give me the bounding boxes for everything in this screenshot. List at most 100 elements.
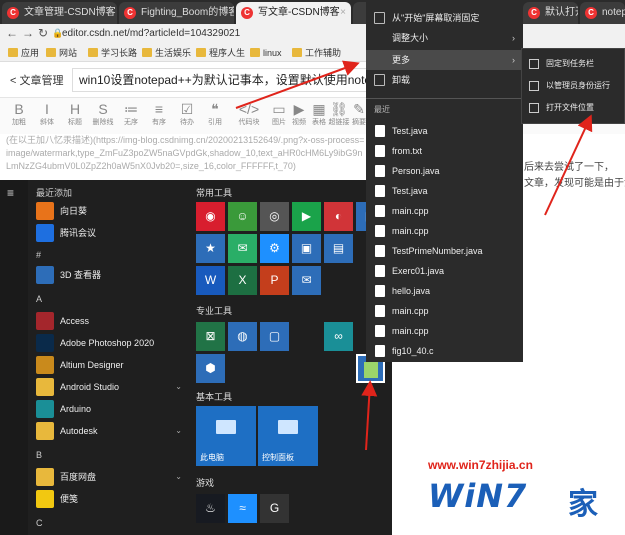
recent-file-item[interactable]: from.txt xyxy=(366,141,523,161)
uninstall-item[interactable]: 卸载 xyxy=(366,70,523,90)
code-block-button[interactable]: </> 代码块 xyxy=(236,100,262,128)
browser-tab[interactable]: C 默认打开 xyxy=(523,2,578,24)
app-tile[interactable]: ▢ xyxy=(260,322,289,351)
app-item[interactable]: Access xyxy=(36,310,188,332)
bookmark-item[interactable]: linux xyxy=(250,47,282,59)
ordered-list-icon: ≡ xyxy=(154,101,164,117)
app-tile[interactable]: ▤ xyxy=(324,234,353,263)
close-tab-icon[interactable]: × xyxy=(223,2,229,24)
app-tile[interactable]: ☺ xyxy=(228,202,257,231)
more-submenu: 固定到任务栏 以管理员身份运行 打开文件位置 xyxy=(521,48,625,124)
resize-item[interactable]: 调整大小 › xyxy=(366,28,523,48)
app-item[interactable]: 腾讯会议 xyxy=(36,222,188,244)
file-icon xyxy=(375,305,385,317)
recent-files-header: 最近 xyxy=(374,105,390,114)
quote-button[interactable]: ❝ 引用 xyxy=(202,100,228,128)
bookmark-item[interactable]: 学习长路 xyxy=(88,47,137,59)
app-tile[interactable]: ⬢ xyxy=(196,354,225,383)
bookmark-item[interactable]: 应用 xyxy=(8,47,39,59)
todo-button[interactable]: ☑ 待办 xyxy=(174,100,200,128)
italic-button[interactable]: I 斜体 xyxy=(34,100,60,128)
powerpoint-tile[interactable]: P xyxy=(260,266,289,295)
recent-file-item[interactable]: Test.java xyxy=(366,121,523,141)
recent-file-item[interactable]: fig10_40.c xyxy=(366,341,523,361)
url-field[interactable]: editor.csdn.net/md?articleId=104329021 xyxy=(62,26,362,42)
recent-file-item[interactable]: main.cpp xyxy=(366,221,523,241)
open-file-location-item[interactable]: 打开文件位置 xyxy=(522,97,625,119)
browser-tab[interactable]: C 文章管理-CSDN博客 × xyxy=(2,2,117,24)
recent-file-item[interactable]: TestPrimeNumber.java xyxy=(366,241,523,261)
group-letter[interactable]: # xyxy=(36,250,41,260)
app-item[interactable]: Adobe Photoshop 2020 xyxy=(36,332,188,354)
forward-arrow-icon[interactable]: → xyxy=(22,26,34,40)
bookmark-item[interactable]: 程序人生 xyxy=(196,47,245,59)
excel-tile[interactable]: X xyxy=(228,266,257,295)
strikethrough-button[interactable]: S 删除线 xyxy=(90,100,116,128)
arduino-tile[interactable]: ∞ xyxy=(324,322,353,351)
app-tile[interactable]: ★ xyxy=(196,234,225,263)
browser-tab-active[interactable]: C 写文章-CSDN博客 × xyxy=(236,2,351,24)
word-tile[interactable]: W xyxy=(196,266,225,295)
browser-tab[interactable]: Cnotepad xyxy=(580,2,625,24)
heading-button[interactable]: H 标题 xyxy=(62,100,88,128)
back-arrow-icon[interactable]: ← xyxy=(6,26,18,40)
run-as-admin-item[interactable]: 以管理员身份运行 xyxy=(522,75,625,97)
app-tile[interactable]: ⊠ xyxy=(196,322,225,351)
recent-file-item[interactable]: main.cpp xyxy=(366,301,523,321)
bold-button[interactable]: B 加粗 xyxy=(6,100,32,128)
unpin-from-start-item[interactable]: 从"开始"屏幕取消固定 xyxy=(366,8,523,28)
file-icon xyxy=(375,165,385,177)
app-folder[interactable]: Autodesk ⌄ xyxy=(36,420,188,442)
bookmark-item[interactable]: 生活娱乐 xyxy=(142,47,191,59)
control-panel-tile[interactable]: 控制面板 xyxy=(258,406,318,466)
app-tile[interactable]: ▣ xyxy=(292,234,321,263)
app-tile[interactable]: ⚙ xyxy=(260,234,289,263)
app-item[interactable]: 向日葵 xyxy=(36,200,188,222)
group-letter[interactable]: C xyxy=(36,518,43,528)
app-folder[interactable]: 百度网盘 ⌄ xyxy=(36,466,188,488)
app-folder[interactable]: Android Studio ⌄ xyxy=(36,376,188,398)
recent-file-item[interactable]: Person.java xyxy=(366,161,523,181)
pin-to-taskbar-item[interactable]: 固定到任务栏 xyxy=(522,53,625,75)
article-title-input[interactable]: win10设置notepad++为默认记事本，设置默认使用notepad+ xyxy=(72,68,372,92)
tile-group-label: 专业工具 xyxy=(196,306,233,316)
wechat-tile[interactable]: ✉ xyxy=(228,234,257,263)
file-icon xyxy=(375,325,385,337)
group-letter[interactable]: B xyxy=(36,450,42,460)
app-tile[interactable]: ≈ xyxy=(228,494,257,523)
recent-file-item[interactable]: Test.java xyxy=(366,181,523,201)
group-letter[interactable]: A xyxy=(36,294,42,304)
mail-tile[interactable]: ✉ xyxy=(292,266,321,295)
hamburger-menu-icon[interactable]: ≡ xyxy=(7,186,14,200)
android-studio-tile[interactable]: ◍ xyxy=(228,322,257,351)
app-item[interactable]: 便笺 xyxy=(36,488,188,510)
more-item[interactable]: 更多 › xyxy=(366,50,523,70)
recent-file-item[interactable]: Exerc01.java xyxy=(366,261,523,281)
app-tile[interactable]: G xyxy=(260,494,289,523)
bookmark-item[interactable]: 网站 xyxy=(46,47,77,59)
ordered-list-button[interactable]: ≡ 有序 xyxy=(146,100,172,128)
chrome-tile[interactable]: ◎ xyxy=(260,202,289,231)
unpin-icon xyxy=(374,12,385,24)
folder-icon xyxy=(46,48,56,57)
netease-music-tile[interactable]: ◉ xyxy=(196,202,225,231)
app-item[interactable]: Arduino xyxy=(36,398,188,420)
close-tab-icon[interactable]: × xyxy=(106,2,112,24)
bookmark-item[interactable]: 工作辅助 xyxy=(292,47,341,59)
chevron-down-icon: ⌄ xyxy=(175,426,182,435)
recent-file-item[interactable]: hello.java xyxy=(366,281,523,301)
back-to-article-management[interactable]: < 文章管理 xyxy=(10,72,63,88)
app-item[interactable]: 3D 查看器 xyxy=(36,264,188,286)
recent-file-item[interactable]: main.cpp xyxy=(366,201,523,221)
steam-tile[interactable]: ♨ xyxy=(196,494,225,523)
this-pc-tile[interactable]: 此电脑 xyxy=(196,406,256,466)
app-item[interactable]: Altium Designer xyxy=(36,354,188,376)
recent-file-item[interactable]: main.cpp xyxy=(366,321,523,341)
reload-icon[interactable]: ↻ xyxy=(38,26,48,40)
markdown-editor-text[interactable]: (在以王加八忆汞描述)(https://img-blog.csdnimg.cn/… xyxy=(6,134,366,173)
browser-tab[interactable]: C Fighting_Boom的博客 × xyxy=(119,2,234,24)
app-tile[interactable]: ◐ xyxy=(324,202,353,231)
close-tab-icon[interactable]: × xyxy=(340,2,346,24)
video-player-tile[interactable]: ▶ xyxy=(292,202,321,231)
unordered-list-button[interactable]: ≔ 无序 xyxy=(118,100,144,128)
